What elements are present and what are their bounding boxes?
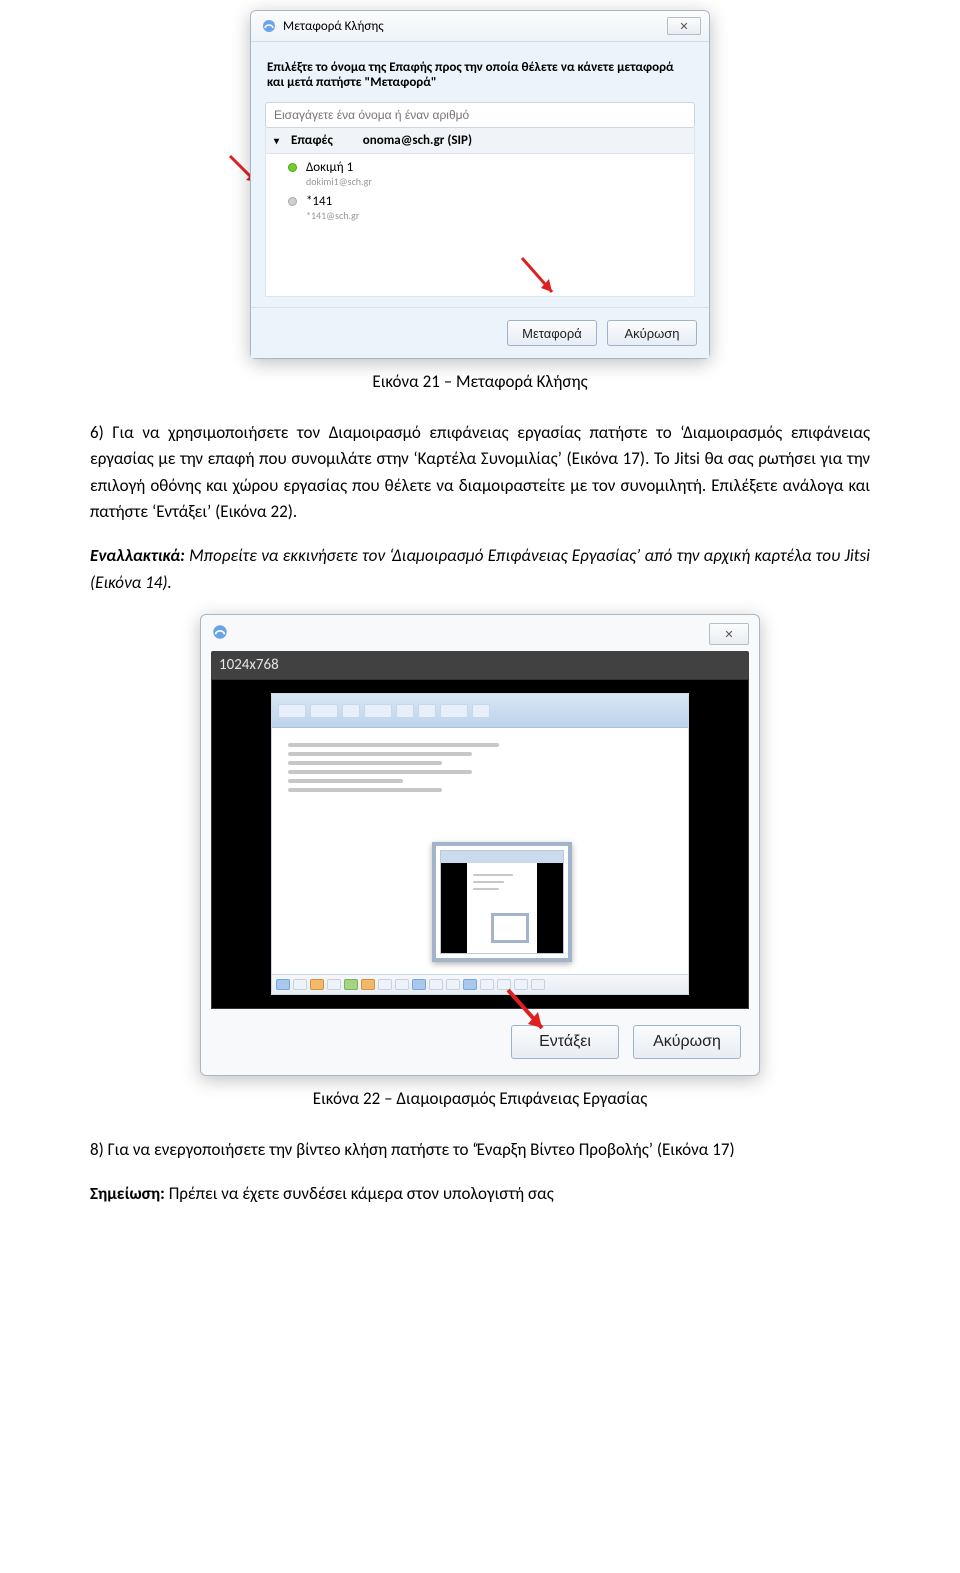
app-icon: [211, 623, 229, 641]
contact-item[interactable]: Δοκιμή 1 dokimi1@sch.gr: [266, 158, 694, 192]
ribbon-tab: [278, 704, 306, 718]
close-icon: ✕: [724, 628, 733, 641]
share-dialog: ✕ 1024x768: [200, 614, 760, 1076]
ribbon-tab: [440, 704, 468, 718]
paragraph-alternative: Εναλλακτικά: Μπορείτε να εκκινήσετε τον …: [90, 543, 870, 596]
paragraph-step-8: 8) Για να ενεργοποιήσετε την βίντεο κλήσ…: [90, 1137, 870, 1163]
screen-preview[interactable]: [211, 679, 749, 1009]
ribbon-tab: [342, 704, 360, 718]
paragraph-note: Σημείωση: Πρέπει να έχετε συνδέσει κάμερ…: [90, 1181, 870, 1207]
status-offline-icon: [288, 197, 297, 206]
figure-caption-21: Εικόνα 21 – Μεταφορά Κλήσης: [0, 371, 960, 392]
label-note: Σημείωση:: [90, 1183, 165, 1204]
desktop-mock: [271, 693, 689, 995]
cancel-button[interactable]: Ακύρωση: [607, 320, 697, 346]
transfer-button[interactable]: Μεταφορά: [507, 320, 597, 346]
close-icon: ✕: [679, 20, 688, 33]
mock-nested-preview: [432, 842, 572, 962]
resolution-label: 1024x768: [211, 651, 749, 679]
ok-button[interactable]: Εντάξει: [511, 1025, 619, 1059]
contact-name: *141: [306, 194, 332, 209]
ribbon-tab: [396, 704, 414, 718]
contact-address: dokimi1@sch.gr: [288, 175, 686, 188]
contact-name: Δοκιμή 1: [306, 160, 353, 175]
contact-address: *141@sch.gr: [288, 209, 686, 222]
paragraph-step-6: 6) Για να χρησιμοποιήσετε τον Διαμοιρασμ…: [90, 420, 870, 525]
contact-list: Δοκιμή 1 dokimi1@sch.gr *141 *141@sch.gr: [265, 154, 695, 297]
close-button[interactable]: ✕: [667, 17, 701, 35]
titlebar: Μεταφορά Κλήσης ✕: [251, 11, 709, 42]
ribbon-tab: [472, 704, 490, 718]
chevron-down-icon: ▾: [274, 134, 279, 147]
ribbon-tab: [418, 704, 436, 718]
ribbon-tab: [364, 704, 392, 718]
annotation-arrow-2: [514, 252, 564, 302]
mock-taskbar: [272, 974, 688, 994]
search-input[interactable]: [265, 102, 695, 128]
dialog-prompt: Επιλέξτε το όνομα της Επαφής προς την οπ…: [265, 56, 695, 102]
dialog-footer: Μεταφορά Ακύρωση: [251, 307, 709, 358]
dialog-title: Μεταφορά Κλήσης: [283, 19, 384, 34]
status-online-icon: [288, 163, 297, 172]
mock-document: [272, 728, 688, 974]
ribbon-tab: [310, 704, 338, 718]
close-button[interactable]: ✕: [709, 623, 749, 645]
cancel-button[interactable]: Ακύρωση: [633, 1025, 741, 1059]
mock-ribbon: [272, 694, 688, 728]
figure-caption-22: Εικόνα 22 – Διαμοιρασμός Επιφάνειας Εργα…: [0, 1088, 960, 1109]
contacts-header-label: Επαφές: [291, 133, 333, 148]
contacts-header[interactable]: ▾ Επαφές onoma@sch.gr (SIP): [265, 128, 695, 154]
account-label: onoma@sch.gr (SIP): [363, 133, 472, 148]
label-alternative: Εναλλακτικά:: [90, 545, 185, 566]
contact-item[interactable]: *141 *141@sch.gr: [266, 192, 694, 226]
app-icon: [261, 18, 277, 34]
dialog-footer: Εντάξει Ακύρωση: [211, 1009, 749, 1063]
transfer-dialog: Μεταφορά Κλήσης ✕ Επιλέξτε το όνομα της …: [250, 10, 710, 359]
